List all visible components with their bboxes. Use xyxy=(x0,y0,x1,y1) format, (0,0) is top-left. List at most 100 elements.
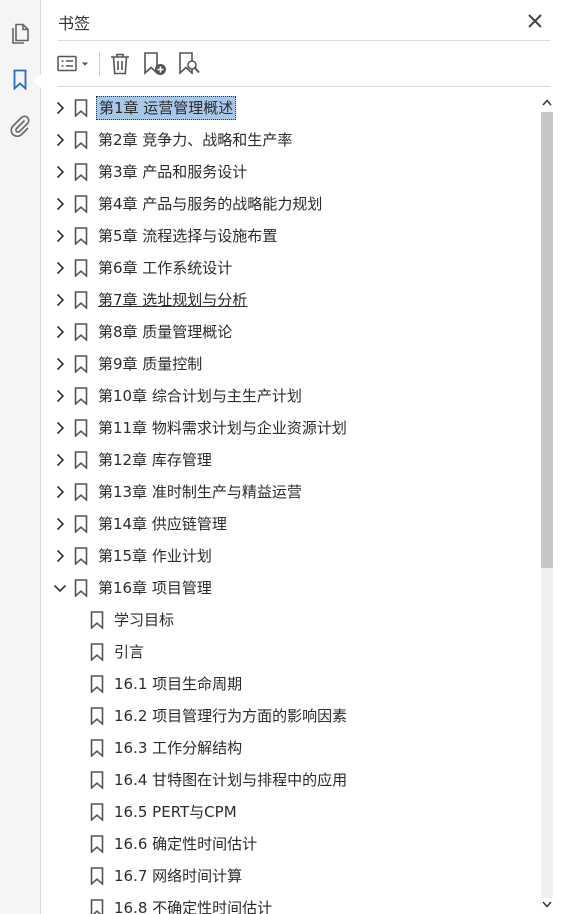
bookmark-chapter-row[interactable]: 第13章 准时制生产与精益运营 xyxy=(42,477,542,507)
bookmark-section-row[interactable]: 引言 xyxy=(42,637,542,667)
bookmark-label[interactable]: 第16章 项目管理 xyxy=(98,577,212,599)
bookmark-chapter-row[interactable]: 第2章 竞争力、战略和生产率 xyxy=(42,125,542,155)
find-bookmark-icon[interactable] xyxy=(176,50,204,78)
bookmark-section-row[interactable]: 16.3 工作分解结构 xyxy=(42,733,542,763)
bookmark-chapter-row[interactable]: 第1章 运营管理概述 xyxy=(42,93,542,123)
bookmark-section-row[interactable]: 16.5 PERT与CPM xyxy=(42,797,542,827)
bookmark-section-row[interactable]: 16.8 不确定性时间估计 xyxy=(42,893,542,914)
bookmarks-panel: 书签 第1章 运营管理概述 第2章 竞争力、战略和生产率 第3章 产品和服务设计… xyxy=(42,0,571,914)
delete-icon[interactable] xyxy=(106,50,134,78)
panel-title: 书签 xyxy=(58,14,91,33)
bookmarks-toolbar xyxy=(42,46,571,82)
chevron-right-icon[interactable] xyxy=(52,196,68,212)
bookmark-icon xyxy=(89,643,105,662)
bookmark-label[interactable]: 第5章 流程选择与设施布置 xyxy=(98,225,277,247)
bookmark-label[interactable]: 第6章 工作系统设计 xyxy=(98,257,232,279)
bookmark-chapter-row[interactable]: 第11章 物料需求计划与企业资源计划 xyxy=(42,413,542,443)
pages-icon[interactable] xyxy=(6,20,34,48)
navigation-rail xyxy=(0,0,41,914)
divider xyxy=(58,40,550,41)
bookmark-label[interactable]: 第11章 物料需求计划与企业资源计划 xyxy=(98,417,347,439)
bookmark-icon xyxy=(73,355,89,374)
bookmark-icon xyxy=(89,611,105,630)
bookmark-label[interactable]: 第7章 选址规划与分析 xyxy=(98,289,247,311)
bookmark-label[interactable]: 第1章 运营管理概述 xyxy=(96,96,237,120)
bookmark-label[interactable]: 第8章 质量管理概论 xyxy=(98,321,232,343)
bookmark-chapter-row[interactable]: 第5章 流程选择与设施布置 xyxy=(42,221,542,251)
bookmark-icon xyxy=(89,739,105,758)
bookmark-label[interactable]: 第14章 供应链管理 xyxy=(98,513,227,535)
bookmark-label[interactable]: 第4章 产品与服务的战略能力规划 xyxy=(98,193,322,215)
chevron-right-icon[interactable] xyxy=(52,228,68,244)
bookmark-chapter-row[interactable]: 第4章 产品与服务的战略能力规划 xyxy=(42,189,542,219)
bookmark-icon xyxy=(73,579,89,598)
bookmark-label[interactable]: 第9章 质量控制 xyxy=(98,353,202,375)
chevron-right-icon[interactable] xyxy=(52,164,68,180)
bookmark-label[interactable]: 16.3 工作分解结构 xyxy=(114,737,242,759)
scroll-down-arrow-icon[interactable] xyxy=(540,898,554,910)
bookmark-chapter-row[interactable]: 第16章 项目管理 xyxy=(42,573,542,603)
bookmark-chapter-row[interactable]: 第12章 库存管理 xyxy=(42,445,542,475)
bookmark-label[interactable]: 第2章 竞争力、战略和生产率 xyxy=(98,129,292,151)
bookmark-icon xyxy=(89,867,105,886)
bookmark-section-row[interactable]: 16.7 网络时间计算 xyxy=(42,861,542,891)
bookmark-label[interactable]: 第12章 库存管理 xyxy=(98,449,212,471)
bookmark-label[interactable]: 16.4 甘特图在计划与排程中的应用 xyxy=(114,769,347,791)
chevron-right-icon[interactable] xyxy=(52,516,68,532)
bookmark-chapter-row[interactable]: 第15章 作业计划 xyxy=(42,541,542,571)
chevron-right-icon[interactable] xyxy=(52,100,68,116)
bookmark-label[interactable]: 第10章 综合计划与主生产计划 xyxy=(98,385,302,407)
chevron-right-icon[interactable] xyxy=(52,132,68,148)
bookmark-icon xyxy=(73,483,89,502)
toolbar-divider xyxy=(99,52,100,76)
attachments-icon[interactable] xyxy=(6,112,34,140)
bookmark-icon xyxy=(73,131,89,150)
options-menu-icon[interactable] xyxy=(56,50,94,78)
bookmark-chapter-row[interactable]: 第9章 质量控制 xyxy=(42,349,542,379)
bookmark-icon xyxy=(73,259,89,278)
scroll-thumb[interactable] xyxy=(541,112,553,568)
bookmark-label[interactable]: 第3章 产品和服务设计 xyxy=(98,161,247,183)
chevron-right-icon[interactable] xyxy=(52,548,68,564)
new-bookmark-icon[interactable] xyxy=(140,50,170,78)
bookmark-section-row[interactable]: 16.1 项目生命周期 xyxy=(42,669,542,699)
chevron-right-icon[interactable] xyxy=(52,452,68,468)
chevron-right-icon[interactable] xyxy=(52,388,68,404)
close-icon[interactable] xyxy=(524,10,546,32)
bookmark-label[interactable]: 16.5 PERT与CPM xyxy=(114,801,237,823)
chevron-right-icon[interactable] xyxy=(52,260,68,276)
chevron-right-icon[interactable] xyxy=(52,292,68,308)
bookmark-label[interactable]: 学习目标 xyxy=(114,609,174,631)
bookmark-section-row[interactable]: 16.4 甘特图在计划与排程中的应用 xyxy=(42,765,542,795)
bookmark-label[interactable]: 第15章 作业计划 xyxy=(98,545,212,567)
chevron-right-icon[interactable] xyxy=(52,484,68,500)
chevron-right-icon[interactable] xyxy=(52,324,68,340)
bookmark-tree: 第1章 运营管理概述第2章 竞争力、战略和生产率 第3章 产品和服务设计第4章 产… xyxy=(42,92,542,914)
bookmark-label[interactable]: 16.2 项目管理行为方面的影响因素 xyxy=(114,705,347,727)
bookmark-section-row[interactable]: 16.2 项目管理行为方面的影响因素 xyxy=(42,701,542,731)
bookmark-chapter-row[interactable]: 第8章 质量管理概论 xyxy=(42,317,542,347)
bookmarks-icon[interactable] xyxy=(6,66,34,94)
bookmark-label[interactable]: 16.1 项目生命周期 xyxy=(114,673,242,695)
bookmark-icon xyxy=(89,707,105,726)
scrollbar[interactable] xyxy=(538,92,556,914)
bookmark-label[interactable]: 16.8 不确定性时间估计 xyxy=(114,897,272,914)
bookmark-label[interactable]: 16.7 网络时间计算 xyxy=(114,865,242,887)
bookmark-chapter-row[interactable]: 第10章 综合计划与主生产计划 xyxy=(42,381,542,411)
chevron-right-icon[interactable] xyxy=(52,420,68,436)
bookmark-icon xyxy=(89,803,105,822)
chevron-right-icon[interactable] xyxy=(52,356,68,372)
bookmark-label[interactable]: 第13章 准时制生产与精益运营 xyxy=(98,481,302,503)
bookmark-chapter-row[interactable]: 第7章 选址规划与分析 xyxy=(42,285,542,315)
chevron-down-icon[interactable] xyxy=(52,580,68,596)
bookmark-icon xyxy=(89,835,105,854)
bookmark-section-row[interactable]: 16.6 确定性时间估计 xyxy=(42,829,542,859)
bookmark-label[interactable]: 16.6 确定性时间估计 xyxy=(114,833,257,855)
bookmark-chapter-row[interactable]: 第3章 产品和服务设计 xyxy=(42,157,542,187)
bookmark-section-row[interactable]: 学习目标 xyxy=(42,605,542,635)
bookmark-chapter-row[interactable]: 第6章 工作系统设计 xyxy=(42,253,542,283)
bookmark-icon xyxy=(73,419,89,438)
scroll-up-arrow-icon[interactable] xyxy=(540,96,554,108)
bookmark-label[interactable]: 引言 xyxy=(114,641,144,663)
bookmark-chapter-row[interactable]: 第14章 供应链管理 xyxy=(42,509,542,539)
